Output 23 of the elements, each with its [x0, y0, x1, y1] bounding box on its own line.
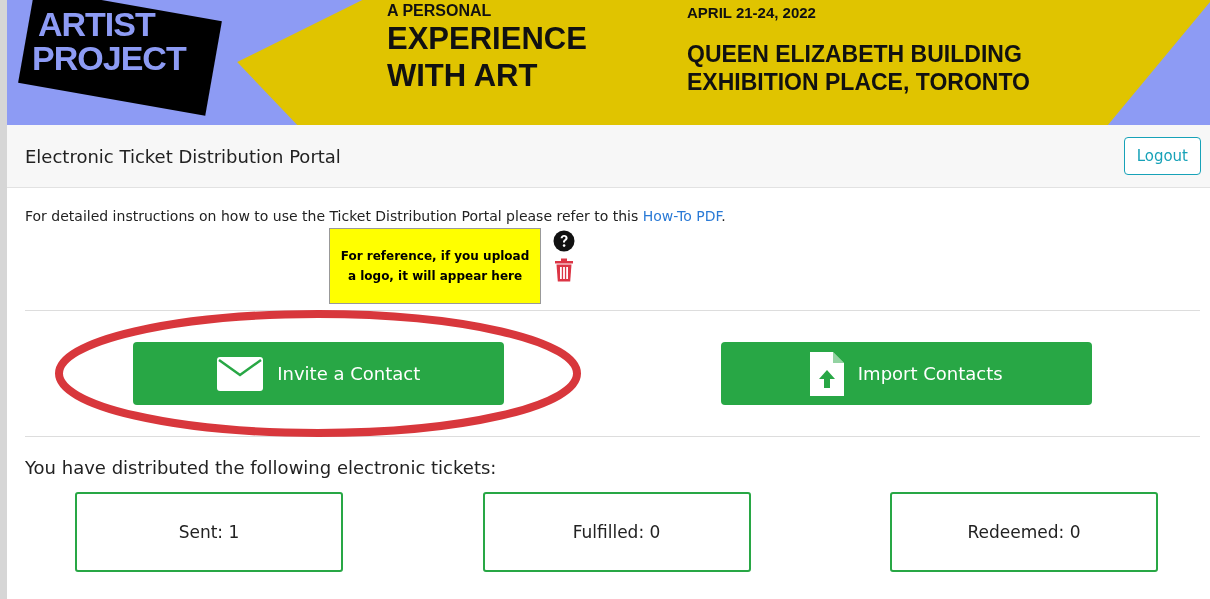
- tagline-text: EXPERIENCE: [387, 20, 587, 57]
- envelope-icon: [217, 356, 264, 391]
- logout-button[interactable]: Logout: [1123, 137, 1201, 175]
- venue-text: QUEEN ELIZABETH BUILDING: [687, 40, 1023, 68]
- tagline-text: WITH ART: [387, 57, 539, 94]
- stat-card: Fulfilled: 0: [482, 492, 751, 572]
- instructions-text: For detailed instructions on how to use the Ticket Distribution Portal please refer to this How-To PDF.: [25, 208, 727, 224]
- help-icon[interactable]: [553, 230, 575, 252]
- import-button[interactable]: Import Contacts: [720, 342, 1092, 405]
- invite-button[interactable]: Invite a Contact: [133, 342, 505, 405]
- trash-icon[interactable]: [554, 258, 574, 282]
- venue-text: EXHIBITION PLACE, TORONTO: [687, 68, 1030, 96]
- summary-heading: You have distributed the following electronic tickets:: [25, 457, 498, 478]
- stat-card: Sent: 1: [75, 492, 343, 572]
- tagline-text: A PERSONAL: [387, 2, 493, 20]
- how-to-link[interactable]: How-To PDF: [642, 208, 722, 224]
- stat-card: Redeemed: 0: [890, 492, 1158, 572]
- event-date: APRIL 21-24, 2022: [687, 4, 817, 22]
- logo-text: ARTIST: [38, 7, 157, 42]
- placeholder-text: For reference, if you upload a logo, it will appear here: [339, 248, 531, 285]
- file-upload-icon: [809, 351, 844, 396]
- logo-text: PROJECT: [32, 40, 188, 75]
- portal-title: Electronic Ticket Distribution Portal: [25, 145, 341, 167]
